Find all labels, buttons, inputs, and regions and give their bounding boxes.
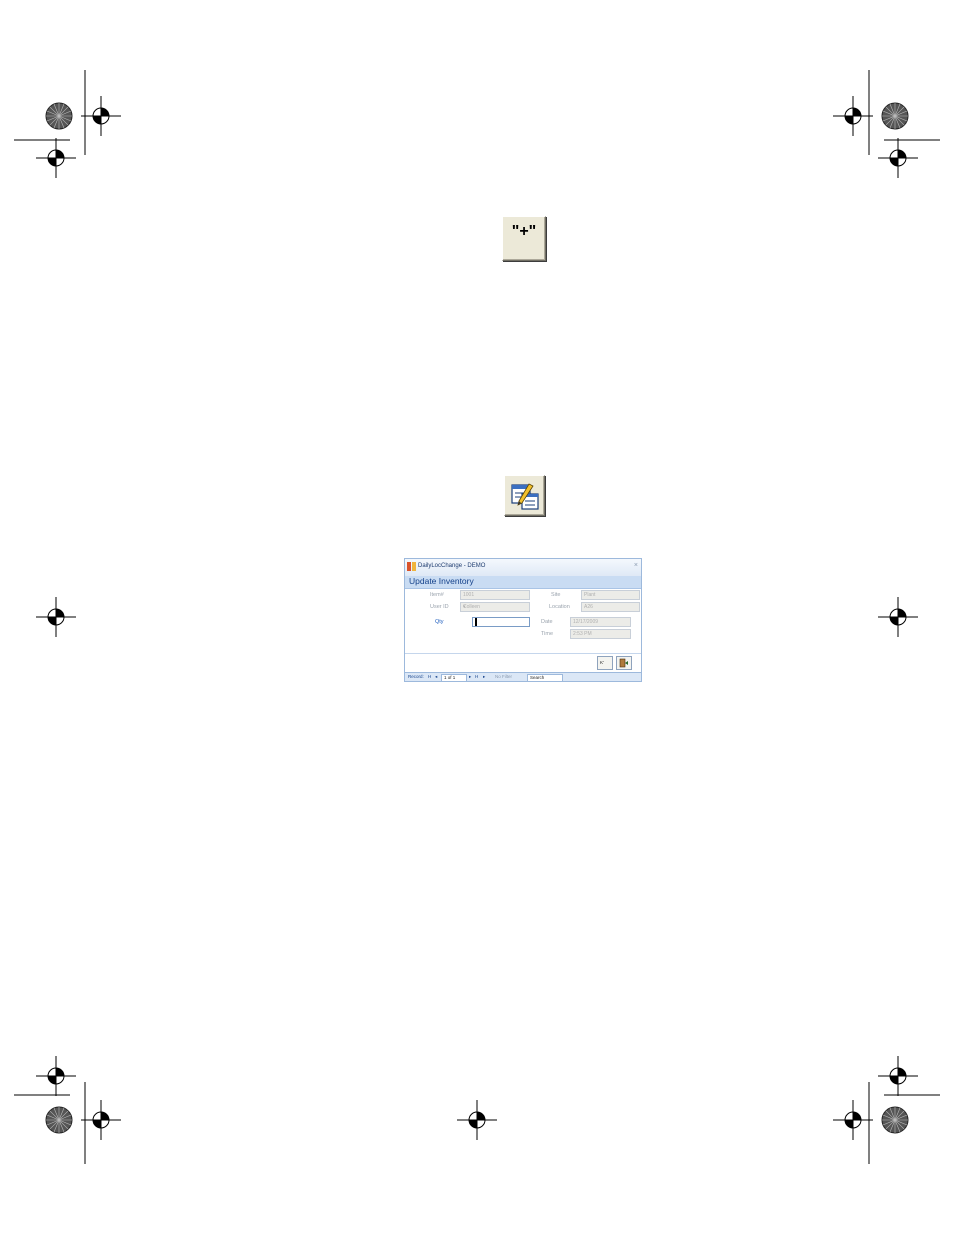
site-field[interactable]: Plant: [581, 590, 640, 600]
exit-door-icon: [619, 658, 628, 668]
location-field[interactable]: A26: [581, 602, 640, 612]
search-placeholder: Search: [530, 675, 545, 680]
close-icon[interactable]: ×: [634, 562, 638, 569]
undo-label: K': [600, 660, 604, 665]
location-value: A26: [584, 604, 593, 610]
user-id-select[interactable]: Colleen ▾: [460, 602, 530, 612]
item-label: Item#: [430, 592, 444, 598]
first-record-button[interactable]: H: [428, 674, 431, 679]
record-navigation-bar: Record: H ◂ 1 of 1 ▸ H ▸ No Filter Searc…: [405, 672, 641, 681]
quote-plus-icon: "+": [511, 223, 537, 240]
search-input[interactable]: Search: [527, 674, 563, 681]
time-label: Time: [541, 631, 554, 637]
time-field[interactable]: 2:53 PM: [570, 629, 631, 639]
user-id-label: User ID: [430, 604, 449, 610]
text-cursor: [475, 618, 477, 626]
date-field[interactable]: 12/17/2009: [570, 617, 631, 627]
exit-button[interactable]: [616, 656, 632, 670]
no-filter-indicator[interactable]: No Filter: [495, 674, 512, 679]
qty-field[interactable]: [472, 617, 530, 627]
chevron-down-icon[interactable]: ▾: [463, 604, 527, 610]
item-value: 1001: [463, 592, 475, 598]
update-inventory-window: DailyLocChange - DEMO × Update Inventory…: [404, 558, 642, 682]
site-label: Site: [551, 592, 561, 598]
window-titlebar: DailyLocChange - DEMO ×: [405, 559, 641, 577]
record-position-field[interactable]: 1 of 1: [441, 674, 467, 681]
insert-quotes-button[interactable]: "+": [502, 216, 546, 261]
record-position: 1 of 1: [444, 675, 456, 680]
form-title: Update Inventory: [409, 576, 474, 586]
record-label: Record:: [408, 674, 424, 679]
location-label: Location: [549, 604, 570, 610]
site-value: Plant: [584, 592, 596, 598]
next-record-button[interactable]: ▸: [469, 674, 471, 680]
undo-button[interactable]: K': [597, 656, 613, 670]
form-footer-divider: [405, 653, 641, 654]
item-field[interactable]: 1001: [460, 590, 530, 600]
date-value: 12/17/2009: [573, 619, 599, 625]
qty-label: Qty: [435, 619, 444, 625]
previous-record-button[interactable]: ◂: [435, 674, 437, 680]
form-app-icon: [407, 562, 416, 571]
form-edit-icon: [511, 483, 539, 510]
date-label: Date: [541, 619, 553, 625]
new-record-button[interactable]: ▸: [483, 674, 485, 680]
last-record-button[interactable]: H: [475, 674, 478, 679]
form-header: Update Inventory: [405, 576, 641, 589]
edit-form-button[interactable]: [504, 475, 545, 516]
window-title: DailyLocChange - DEMO: [418, 563, 486, 569]
time-value: 2:53 PM: [573, 631, 592, 637]
